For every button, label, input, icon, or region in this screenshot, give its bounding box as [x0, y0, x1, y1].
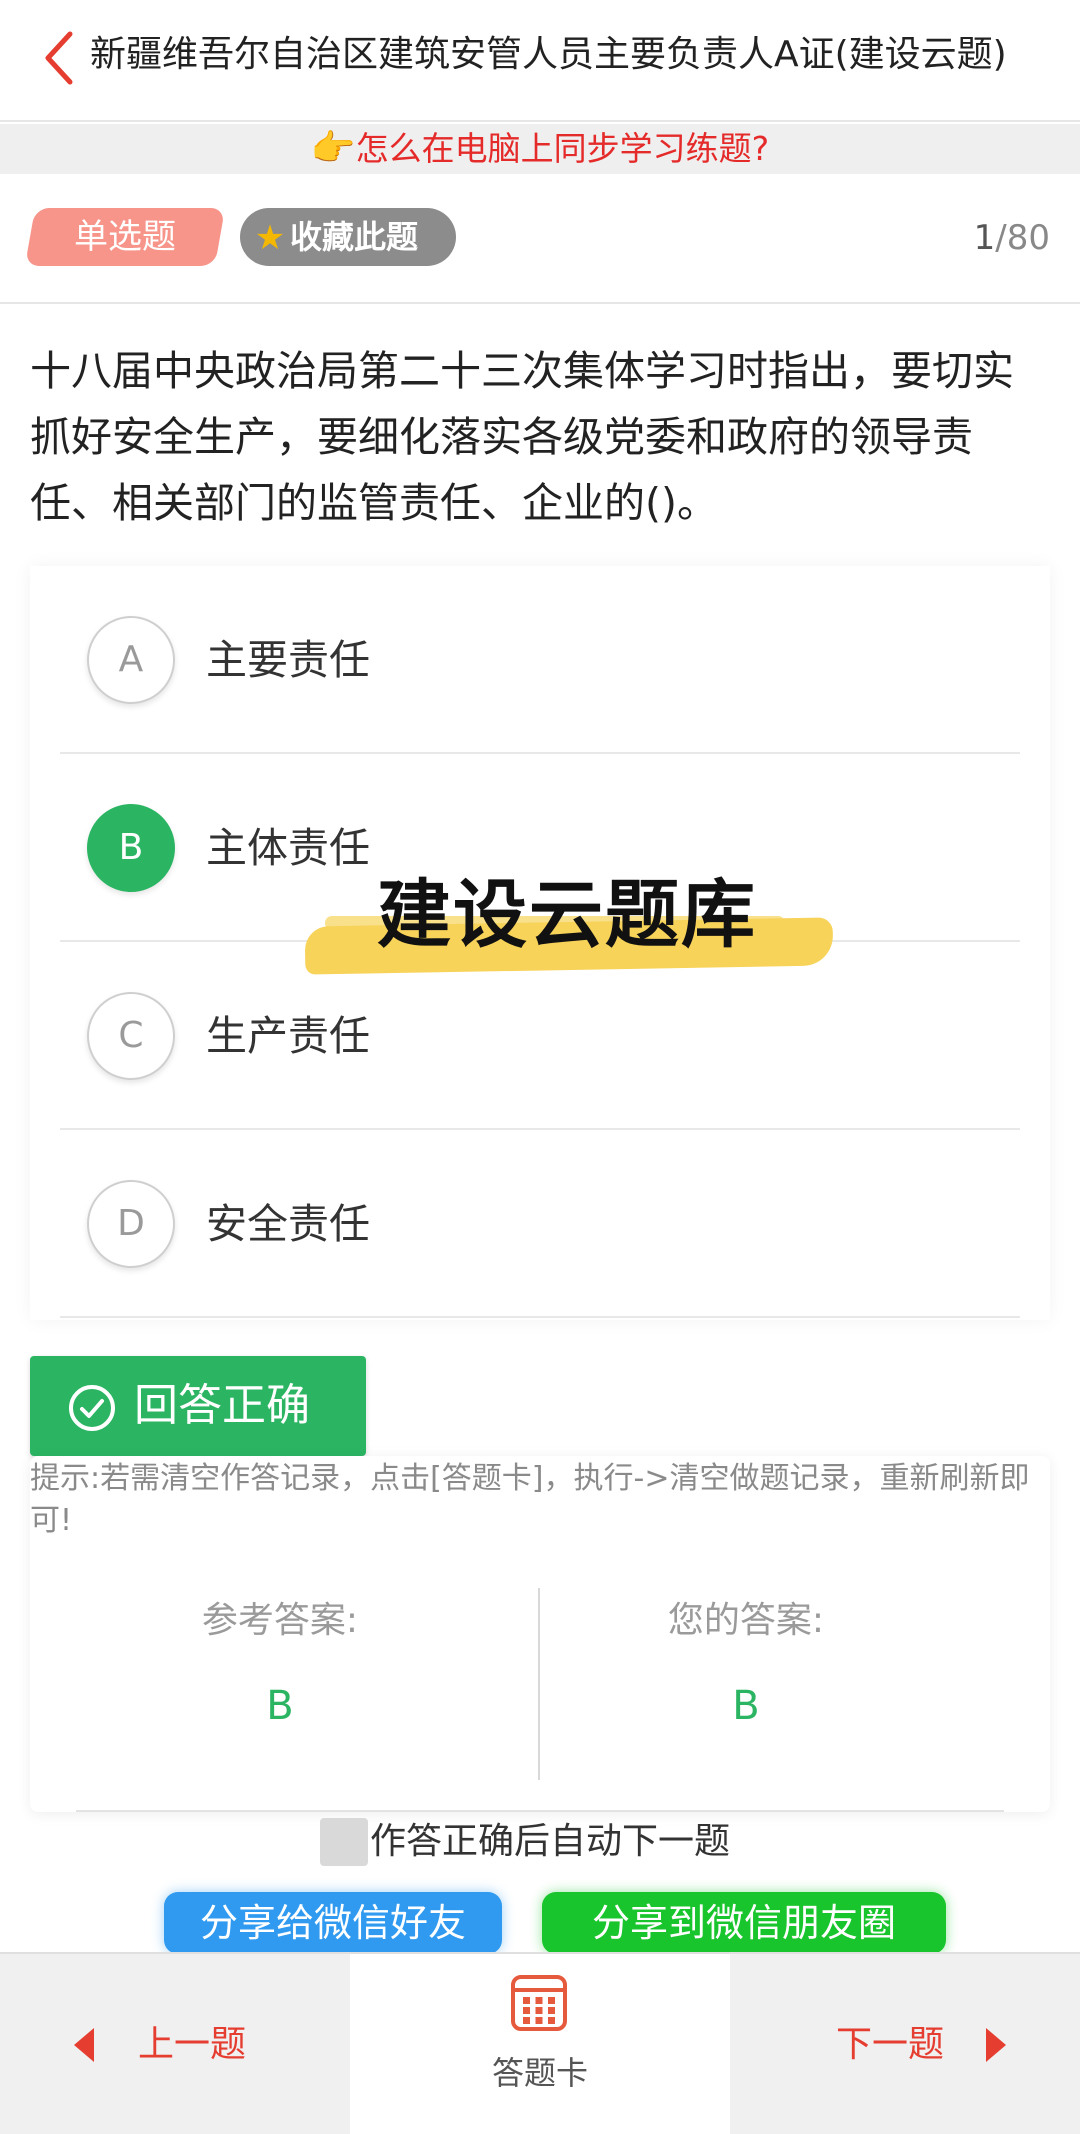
grid-card-icon — [511, 1975, 567, 2031]
answer-card: 提示:若需清空作答记录，点击[答题卡]，执行->清空做题记录，重新刷新即可! 参… — [30, 1456, 1050, 1812]
question-text: 十八届中央政治局第二十三次集体学习时指出，要切实抓好安全生产，要细化落实各级党委… — [30, 347, 1014, 527]
previous-question-button[interactable]: 上一题 — [0, 1954, 350, 2134]
sync-help-link[interactable]: 怎么在电脑上同步学习练题? — [356, 129, 770, 168]
back-arrow-icon[interactable] — [38, 26, 82, 90]
favorite-button[interactable]: ★ 收藏此题 — [240, 208, 456, 266]
option-letter: C — [87, 992, 175, 1080]
auto-next-checkbox[interactable] — [320, 1818, 368, 1866]
option-text: 安全责任 — [206, 1200, 370, 1248]
watermark-text: 建设云题库 — [377, 872, 757, 958]
left-triangle-icon — [74, 2028, 94, 2062]
check-circle-icon — [69, 1385, 115, 1431]
star-icon: ★ — [254, 218, 286, 258]
bottom-navigation: 上一题 答题卡 下一题 — [0, 1952, 1080, 2134]
next-question-label: 下一题 — [836, 2024, 945, 2065]
option-d[interactable]: D 安全责任 — [60, 1130, 1020, 1318]
reset-tip: 提示:若需清空作答记录，点击[答题卡]，执行->清空做题记录，重新刷新即可! — [30, 1461, 1030, 1538]
option-letter: A — [87, 616, 175, 704]
question-counter: 1/80 — [974, 216, 1050, 260]
option-a[interactable]: A 主要责任 — [60, 566, 1020, 754]
current-question-number: 1 — [973, 218, 996, 258]
reference-answer-value: B — [266, 1683, 294, 1729]
your-answer-label: 您的答案: — [667, 1600, 825, 1641]
previous-question-label: 上一题 — [138, 2024, 247, 2065]
pointing-hand-icon: 👉 — [310, 128, 356, 169]
page-title: 新疆维吾尔自治区建筑安管人员主要负责人A证(建设云题) — [90, 34, 1007, 75]
option-letter-selected: B — [87, 804, 175, 892]
reference-answer-label: 参考答案: — [201, 1600, 359, 1641]
app-header: 新疆维吾尔自治区建筑安管人员主要负责人A证(建设云题) — [0, 0, 1080, 122]
divider-line — [76, 1810, 1004, 1812]
watermark-overlay: 建设云题库 — [304, 860, 834, 980]
answer-sheet-label: 答题卡 — [491, 2054, 588, 2092]
option-text: 生产责任 — [206, 1012, 370, 1060]
question-meta-bar: 单选题 ★ 收藏此题 1/80 — [0, 176, 1080, 304]
your-answer: 您的答案: B — [526, 1596, 966, 1736]
total-questions: /80 — [995, 218, 1050, 258]
your-answer-value: B — [732, 1683, 760, 1729]
option-text: 主要责任 — [206, 636, 370, 684]
favorite-label: 收藏此题 — [290, 218, 419, 256]
share-wechat-friend-button[interactable]: 分享给微信好友 — [164, 1892, 502, 1954]
answer-correct-badge: 回答正确 — [30, 1356, 366, 1456]
option-letter: D — [87, 1180, 175, 1268]
auto-next-label: 作答正确后自动下一题 — [370, 1821, 731, 1862]
reference-answer: 参考答案: B — [60, 1596, 500, 1736]
share-wechat-moments-button[interactable]: 分享到微信朋友圈 — [542, 1892, 946, 1954]
question-type-badge: 单选题 — [24, 208, 226, 266]
sync-help-banner[interactable]: 👉怎么在电脑上同步学习练题? — [0, 124, 1080, 174]
answer-sheet-button[interactable]: 答题卡 — [350, 1954, 730, 2134]
next-question-button[interactable]: 下一题 — [730, 1954, 1080, 2134]
result-label: 回答正确 — [134, 1380, 310, 1431]
right-triangle-icon — [986, 2028, 1006, 2062]
